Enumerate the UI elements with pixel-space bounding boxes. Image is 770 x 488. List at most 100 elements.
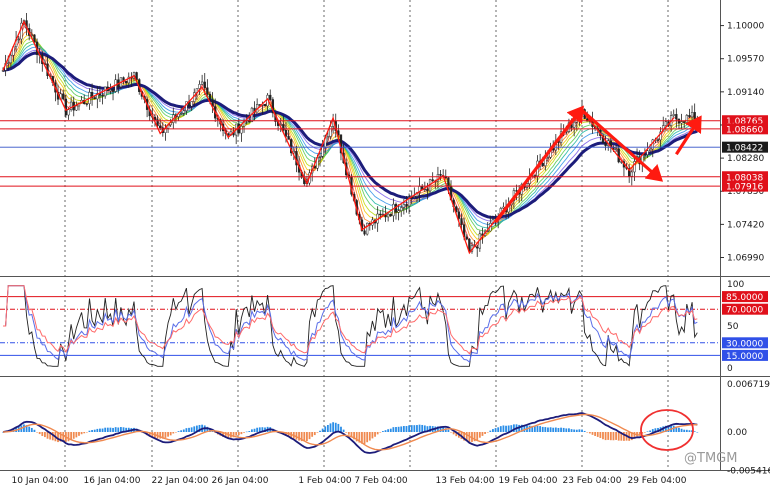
candle-body (646, 150, 649, 155)
macd-histogram-bar (408, 425, 410, 432)
candle-body (111, 89, 115, 92)
macd-histogram-bar (609, 432, 612, 441)
candle-body (93, 97, 96, 100)
ribbon-ma-line (2, 26, 698, 248)
macd-histogram-bar (693, 431, 696, 432)
candle-body (135, 72, 138, 80)
macd-histogram-bar (334, 422, 337, 432)
oscillator-panel (0, 285, 720, 367)
candle-body (457, 211, 461, 219)
candle-body (9, 54, 13, 64)
macd-histogram-bar (591, 432, 594, 435)
candle-body (573, 121, 576, 128)
macd-histogram-bar (245, 431, 248, 433)
macd-histogram-bar (117, 427, 120, 432)
macd-histogram-bar (683, 429, 686, 432)
candle-body (525, 183, 529, 188)
macd-histogram-bar (167, 432, 169, 437)
macd-histogram-bar (604, 432, 607, 441)
macd-histogram-bar (80, 432, 83, 435)
candle-body (67, 109, 70, 116)
candle-body (656, 139, 660, 141)
macd-histogram-bar (248, 431, 251, 432)
macd-histogram-bar (88, 430, 91, 432)
price-tick-label: 1.09570 (727, 55, 764, 65)
time-tick-label: 19 Feb 04:00 (498, 476, 557, 486)
watermark: @TMGM (684, 451, 737, 466)
macd-histogram-bar (578, 429, 581, 432)
price-tick-label: 1.06990 (727, 254, 764, 264)
candle-body (75, 105, 78, 111)
candle-body (85, 103, 88, 105)
price-level-label: 1.08660 (726, 125, 763, 135)
macd-histogram-bar (615, 432, 617, 440)
candle-body (198, 84, 201, 89)
macd-histogram-bar (180, 430, 183, 432)
candle-body (693, 112, 696, 122)
macd-histogram-bar (499, 426, 502, 432)
candle-body (465, 236, 468, 240)
macd-histogram-bar (243, 432, 245, 433)
macd-histogram-bar (75, 432, 78, 438)
macd-histogram-bar (93, 429, 96, 432)
candle-body (683, 121, 686, 123)
candle-body (287, 136, 290, 140)
macd-histogram-bar (452, 432, 455, 435)
candle-body (460, 218, 463, 225)
candle-body (263, 104, 267, 107)
candle-body (1, 70, 5, 72)
macd-histogram-bar (347, 432, 350, 435)
candle-body (413, 196, 416, 198)
macd-tick-label: 0.006719 (727, 380, 770, 390)
macd-histogram-bar (387, 429, 390, 432)
macd-histogram-bar (586, 432, 589, 433)
macd-histogram-bar (696, 431, 699, 433)
macd-histogram-bar (478, 432, 481, 438)
macd-histogram-bar (565, 428, 568, 432)
macd-tick-label: 0.00 (727, 428, 747, 438)
macd-histogram-bar (612, 432, 615, 441)
macd-histogram-bar (313, 432, 316, 436)
price-axis: 1.100001.095701.091401.087101.082801.078… (720, 22, 770, 477)
macd-histogram-bar (685, 429, 688, 432)
macd-histogram-bar (251, 429, 253, 432)
macd-histogram-bar (402, 426, 405, 432)
candle-body (400, 207, 403, 211)
current-price-label: 1.08422 (726, 144, 763, 154)
candle-body (447, 177, 450, 187)
candle-body (182, 110, 185, 114)
macd-histogram-bar (85, 432, 88, 433)
macd-histogram-bar (494, 428, 497, 432)
candle-body (321, 146, 324, 157)
candle-body (33, 34, 36, 43)
candle-body (431, 179, 434, 182)
macd-histogram-bar (678, 427, 680, 432)
ribbon-ma-line (2, 34, 698, 240)
ribbon-ma-line (2, 40, 698, 232)
macd-histogram-bar (376, 432, 379, 435)
candle-body (389, 213, 392, 217)
price-tick-label: 1.09140 (727, 88, 764, 98)
macd-histogram-bar (549, 427, 552, 432)
macd-histogram-bar (366, 432, 369, 443)
candle-body (208, 93, 212, 101)
candle-body (282, 124, 285, 131)
macd-histogram-bar (67, 432, 70, 442)
oscillator-level-label: 15.0000 (726, 352, 763, 362)
macd-histogram-bar (502, 425, 505, 432)
oscillator-tick-label: 50 (727, 322, 739, 332)
macd-histogram-bar (332, 422, 335, 432)
macd-histogram-bar (164, 432, 167, 438)
macd-histogram-bar (562, 427, 565, 432)
macd-histogram-bar (560, 427, 562, 432)
macd-histogram-bar (539, 426, 541, 432)
macd-histogram-bar (120, 427, 122, 432)
macd-histogram-bar (405, 426, 408, 432)
macd-histogram-bar (38, 432, 41, 435)
macd-histogram-bar (46, 432, 49, 439)
candle-body (190, 101, 193, 107)
ribbon-ma-line (2, 43, 698, 229)
oscillator-line (3, 285, 698, 363)
price-tick-label: 1.08280 (727, 154, 764, 164)
candle-body (541, 162, 544, 167)
